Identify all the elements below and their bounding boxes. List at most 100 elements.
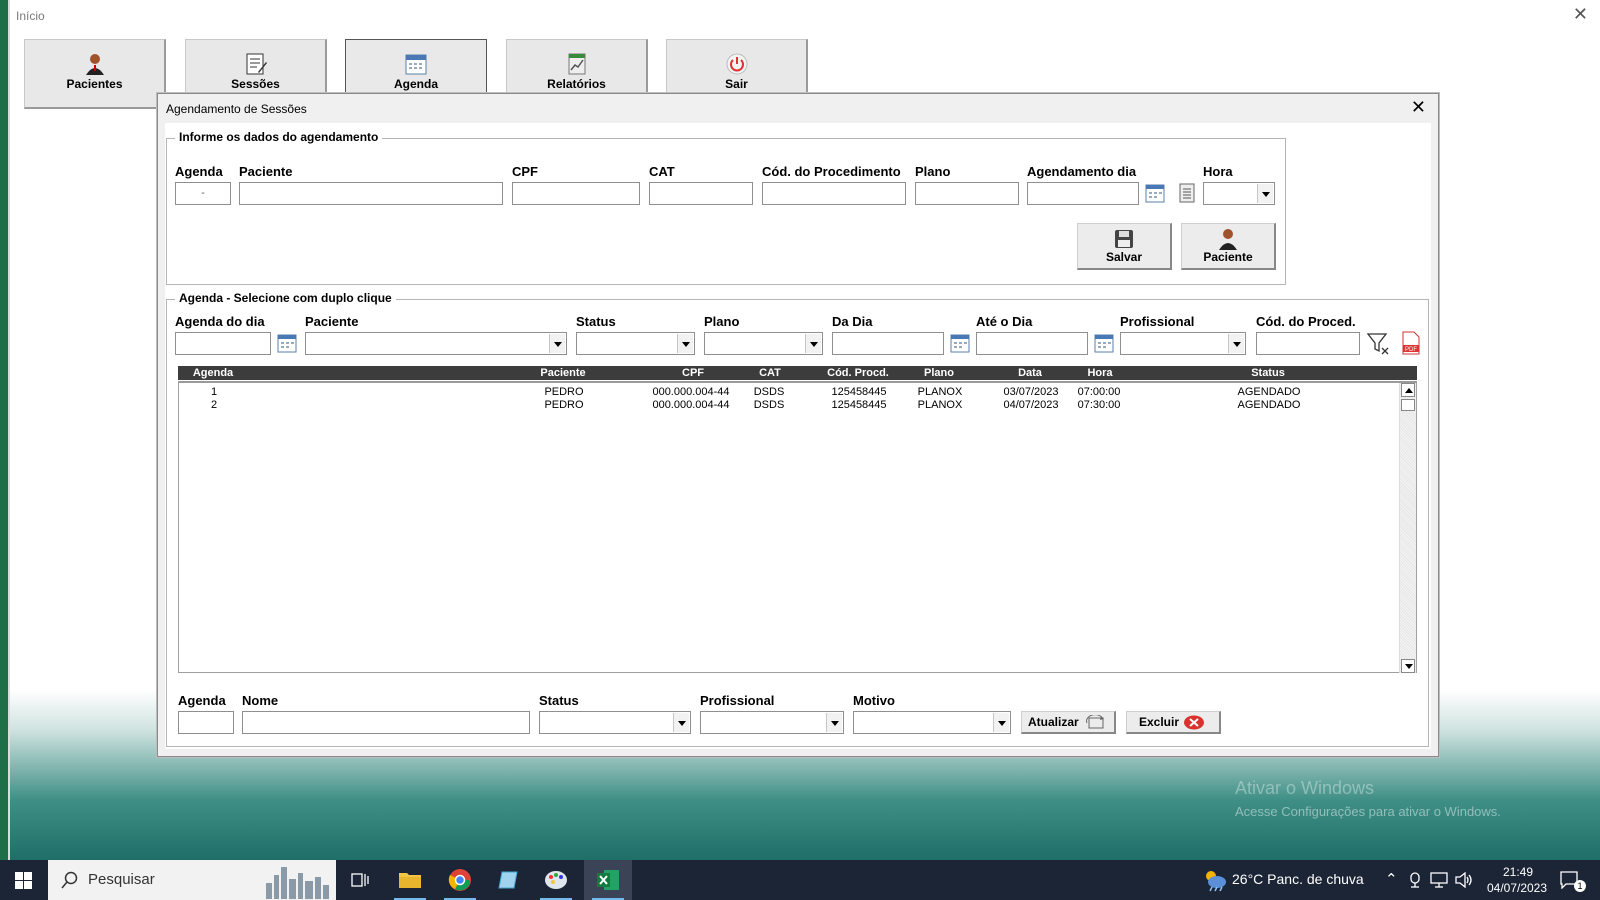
calendar-picker-icon[interactable] [1094,333,1114,353]
label-filter-plano: Plano [704,314,740,329]
label-plano: Plano [915,164,951,179]
cod-procedimento-field[interactable] [762,182,906,205]
cell-plano: PLANOX [917,386,963,398]
task-view-icon [351,873,369,887]
paint-app-button[interactable] [532,860,580,900]
agenda-do-dia-field[interactable] [175,332,271,355]
chevron-up-icon[interactable]: ⌃ [1385,870,1398,888]
agenda-group-title: Agenda - Selecione com duplo clique [175,291,396,305]
edit-agenda-field[interactable] [178,711,234,734]
excel-window-strip [8,0,10,860]
agenda-list[interactable]: 1 PEDRO 000.000.004-44 DSDS 125458445 PL… [178,381,1417,673]
paciente-btn-label: Paciente [1203,250,1253,264]
label-cod-procedimento: Cód. do Procedimento [762,164,901,179]
filter-paciente-select[interactable] [305,332,567,355]
taskbar-search[interactable]: Pesquisar [48,860,336,900]
cell-data: 03/07/2023 [1003,386,1059,398]
excluir-button[interactable]: Excluir [1126,711,1221,734]
volume-icon[interactable] [1455,872,1473,888]
scroll-down-button[interactable] [1401,659,1415,673]
cat-field[interactable] [649,182,753,205]
nav-button-pacientes[interactable]: Pacientes [24,39,166,109]
calendar-picker-icon[interactable] [1145,183,1165,203]
col-paciente[interactable]: Paciente [528,366,598,380]
ate-o-dia-field[interactable] [976,332,1088,355]
col-status[interactable]: Status [1233,366,1303,380]
cell-agenda: 1 [210,386,218,398]
chevron-down-icon[interactable] [1257,184,1273,203]
chrome-button[interactable] [436,860,484,900]
scroll-thumb[interactable] [1401,399,1415,411]
col-cpf[interactable]: CPF [648,366,738,380]
file-explorer-button[interactable] [386,860,434,900]
paciente-field[interactable] [239,182,503,205]
dialog-close-button[interactable]: ✕ [1411,97,1426,118]
salvar-button[interactable]: Salvar [1077,223,1172,270]
col-agenda[interactable]: Agenda [188,366,238,380]
main-close-button[interactable]: ✕ [1573,4,1588,25]
col-plano[interactable]: Plano [914,366,964,380]
atualizar-button[interactable]: Atualizar [1021,711,1116,734]
cod-proced-field[interactable] [1256,332,1360,355]
weather-text[interactable]: 26°C Panc. de chuva [1232,871,1364,887]
clear-filter-icon[interactable] [1366,331,1390,355]
clock-time[interactable]: 21:49 [1494,865,1542,879]
atualizar-label: Atualizar [1028,715,1079,729]
cpf-field[interactable] [512,182,640,205]
table-row[interactable]: 2 PEDRO 000.000.004-44 DSDS 125458445 PL… [179,399,1399,412]
col-hora[interactable]: Hora [1075,366,1125,380]
plano-field[interactable] [915,182,1019,205]
cell-cod-procd: 125458445 [831,399,887,411]
hora-select[interactable] [1203,182,1275,205]
nav-label: Agenda [393,77,438,91]
document-list-icon[interactable] [1177,183,1197,203]
network-icon[interactable] [1430,872,1448,888]
chevron-down-icon[interactable] [993,713,1009,732]
label-filter-status: Status [576,314,616,329]
calendar-picker-icon[interactable] [277,333,297,353]
weather-icon[interactable] [1202,868,1228,892]
edit-profissional-select[interactable] [700,711,844,734]
filter-profissional-select[interactable] [1120,332,1246,355]
notes-app-button[interactable] [484,860,532,900]
label-profissional: Profissional [1120,314,1195,329]
scroll-up-button[interactable] [1401,383,1415,397]
chevron-down-icon[interactable] [1228,334,1244,353]
meet-now-icon[interactable] [1408,872,1422,888]
label-cpf: CPF [512,164,538,179]
list-scrollbar[interactable] [1399,383,1416,673]
chevron-down-icon[interactable] [805,334,821,353]
clock-date[interactable]: 04/07/2023 [1480,881,1554,895]
calendar-picker-icon[interactable] [950,333,970,353]
col-cod-procd[interactable]: Cód. Procd. [818,366,898,380]
cell-agenda: 2 [210,399,218,411]
chevron-down-icon[interactable] [673,713,689,732]
table-row[interactable]: 1 PEDRO 000.000.004-44 DSDS 125458445 PL… [179,386,1399,399]
person-icon [85,54,104,75]
excel-button[interactable] [584,860,632,900]
agenda-field[interactable]: - [175,182,231,205]
col-data[interactable]: Data [1000,366,1060,380]
chevron-down-icon[interactable] [826,713,842,732]
windows-icon [15,872,32,889]
dialog-title: Agendamento de Sessões [166,102,307,116]
label-edit-agenda: Agenda [178,693,226,708]
cell-hora: 07:00:00 [1077,386,1121,398]
chrome-icon [448,869,471,891]
agendamento-dia-field[interactable] [1027,182,1139,205]
form-group-title: Informe os dados do agendamento [175,130,383,144]
chevron-down-icon[interactable] [677,334,693,353]
edit-motivo-select[interactable] [853,711,1011,734]
pdf-icon[interactable]: PDF [1400,331,1422,355]
paciente-button[interactable]: Paciente [1181,223,1276,270]
start-button[interactable] [0,860,48,900]
task-view-button[interactable] [336,860,384,900]
edit-nome-field[interactable] [242,711,530,734]
da-dia-field[interactable] [832,332,944,355]
label-edit-status: Status [539,693,579,708]
chevron-down-icon[interactable] [549,334,565,353]
filter-plano-select[interactable] [704,332,823,355]
col-cat[interactable]: CAT [750,366,790,380]
edit-status-select[interactable] [539,711,691,734]
filter-status-select[interactable] [576,332,695,355]
